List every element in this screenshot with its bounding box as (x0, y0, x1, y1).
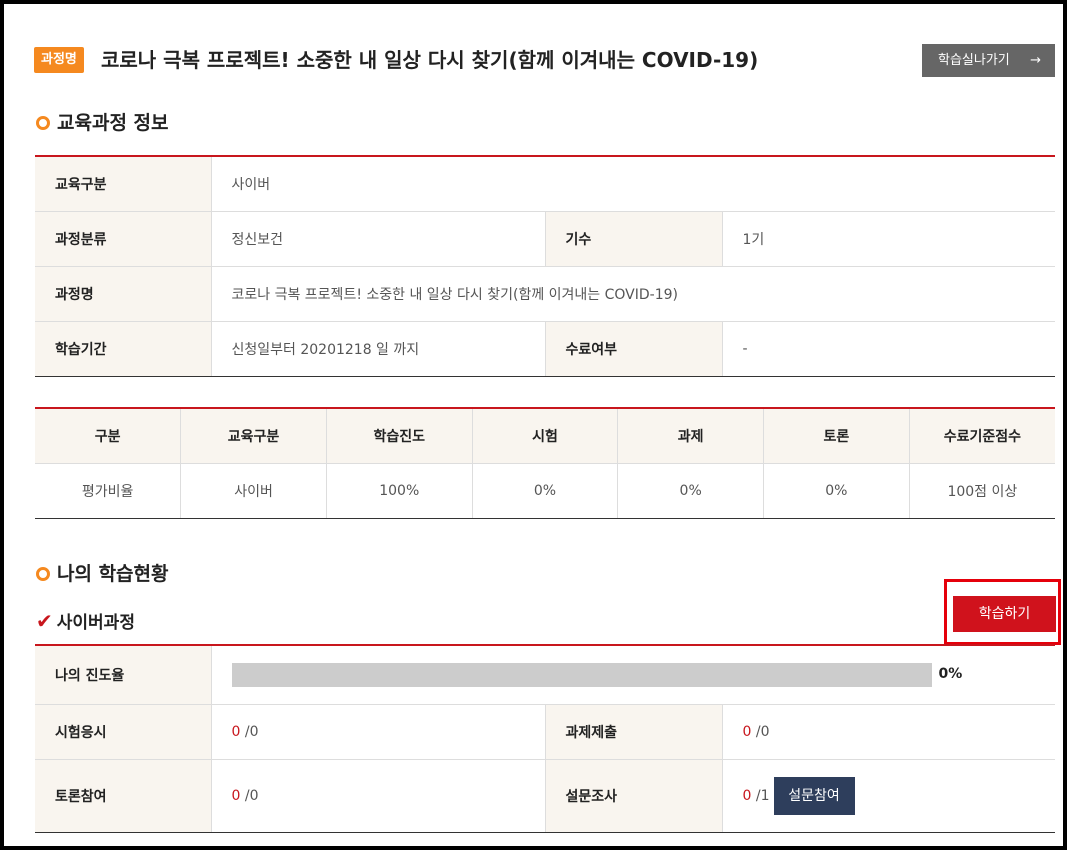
discussion-total: /0 (244, 787, 259, 804)
assignment-total: /0 (755, 723, 770, 740)
completion-label: 수료여부 (545, 321, 723, 377)
discussion-value: 0 /0 (211, 759, 546, 833)
table-row: 과정명 코로나 극복 프로젝트! 소중한 내 일상 다시 찾기(함께 이겨내는 … (35, 266, 1056, 322)
term-value: 1기 (722, 211, 1056, 267)
progress-cell: 0% (211, 645, 1056, 705)
column-header: 학습진도 (326, 408, 473, 464)
table-row: 교육구분 사이버 (35, 156, 1056, 212)
course-name-value: 코로나 극복 프로젝트! 소중한 내 일상 다시 찾기(함께 이겨내는 COVI… (211, 266, 1056, 322)
table-cell: 100% (326, 463, 473, 519)
checkmark-icon: ✔ (36, 609, 53, 633)
study-period-value: 신청일부터 20201218 일 까지 (211, 321, 546, 377)
table-row: 토론참여 0 /0 설문조사 0 /1 설문참여 (35, 759, 1056, 833)
start-study-button[interactable]: 학습하기 (953, 596, 1056, 632)
table-row: 과정분류 정신보건 기수 1기 (35, 211, 1056, 267)
course-category-value: 정신보건 (211, 211, 546, 267)
survey-label: 설문조사 (545, 759, 723, 833)
edu-info-heading-text: 교육과정 정보 (57, 112, 169, 134)
column-header: 토론 (763, 408, 910, 464)
column-header: 교육구분 (180, 408, 327, 464)
table-header-row: 구분 교육구분 학습진도 시험 과제 토론 수료기준점수 (35, 408, 1055, 464)
completion-value: - (722, 321, 1056, 377)
study-period-label: 학습기간 (35, 321, 212, 377)
column-header: 과제 (617, 408, 765, 464)
assignment-value: 0 /0 (722, 704, 1056, 760)
progress-label: 나의 진도율 (35, 645, 212, 705)
circle-bullet-icon (36, 116, 50, 130)
course-name-badge: 과정명 (34, 47, 84, 73)
join-survey-button[interactable]: 설문참여 (773, 776, 855, 815)
table-cell: 0% (472, 463, 619, 519)
column-header: 시험 (472, 408, 619, 464)
table-row: 시험응시 0 /0 과제제출 0 /0 (35, 704, 1056, 760)
exam-total: /0 (244, 723, 259, 740)
table-row: 학습기간 신청일부터 20201218 일 까지 수료여부 - (35, 321, 1056, 377)
table-cell: 평가비율 (35, 463, 182, 519)
discussion-done: 0 (231, 787, 241, 804)
table-cell: 0% (763, 463, 910, 519)
course-category-label: 과정분류 (35, 211, 212, 267)
edu-type-value: 사이버 (211, 156, 1056, 212)
arrow-right-icon: → (1030, 53, 1041, 68)
column-header: 구분 (35, 408, 182, 464)
my-status-heading: 나의 학습현황 (36, 562, 169, 586)
cyber-course-heading-text: 사이버과정 (56, 613, 135, 633)
exam-label: 시험응시 (35, 704, 212, 760)
evaluation-rates-table: 구분 교육구분 학습진도 시험 과제 토론 수료기준점수 평가비율 사이버 10… (35, 407, 1055, 519)
survey-total: /1 (755, 787, 770, 804)
cyber-course-heading: ✔ 사이버과정 (36, 608, 135, 633)
exit-classroom-label: 학습실나가기 (938, 53, 1010, 68)
progress-bar: 0% (231, 662, 1056, 687)
table-row: 평가비율 사이버 100% 0% 0% 0% 100점 이상 (35, 463, 1055, 519)
column-header: 수료기준점수 (909, 408, 1055, 464)
term-label: 기수 (545, 211, 723, 267)
progress-percent: 0% (938, 665, 963, 682)
assignment-done: 0 (742, 723, 752, 740)
edu-info-table: 교육구분 사이버 과정분류 정신보건 기수 1기 과정명 코로나 극복 프로젝트… (35, 155, 1056, 377)
exam-value: 0 /0 (211, 704, 546, 760)
survey-value: 0 /1 설문참여 (722, 759, 1056, 833)
my-status-table: 나의 진도율 0% 시험응시 0 /0 과제제출 0 /0 토론참여 0 /0 … (35, 644, 1056, 833)
table-cell: 100점 이상 (909, 463, 1055, 519)
course-title: 코로나 극복 프로젝트! 소중한 내 일상 다시 찾기(함께 이겨내는 COVI… (101, 48, 759, 72)
study-button-highlight: 학습하기 (944, 579, 1061, 645)
discussion-label: 토론참여 (35, 759, 212, 833)
edu-type-label: 교육구분 (35, 156, 212, 212)
exam-done: 0 (231, 723, 241, 740)
exit-classroom-button[interactable]: 학습실나가기 → (922, 44, 1055, 77)
progress-bar-track (231, 662, 932, 687)
edu-info-heading: 교육과정 정보 (36, 111, 169, 135)
course-name-label: 과정명 (35, 266, 212, 322)
course-title-row: 과정명 코로나 극복 프로젝트! 소중한 내 일상 다시 찾기(함께 이겨내는 … (34, 44, 1055, 78)
assignment-label: 과제제출 (545, 704, 723, 760)
course-detail-panel: 과정명 코로나 극복 프로젝트! 소중한 내 일상 다시 찾기(함께 이겨내는 … (0, 0, 1067, 850)
table-cell: 사이버 (180, 463, 327, 519)
table-cell: 0% (617, 463, 765, 519)
my-status-heading-text: 나의 학습현황 (57, 563, 169, 585)
survey-done: 0 (742, 787, 752, 804)
table-row: 나의 진도율 0% (35, 645, 1056, 705)
circle-bullet-icon (36, 567, 50, 581)
